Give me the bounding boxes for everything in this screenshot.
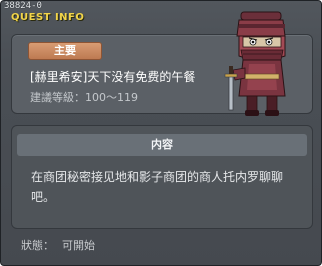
window-id-label: 38824-0 bbox=[4, 1, 42, 11]
quest-description: 在商团秘密接见地和影子商团的商人托内罗聊聊吧。 bbox=[31, 170, 284, 204]
quest-content-box: 内容 在商团秘密接见地和影子商团的商人托内罗聊聊吧。 bbox=[11, 125, 313, 229]
quest-info-window: 38824-0 QUEST INFO 主要 [赫里希安]天下没有免费的午餐 建議… bbox=[0, 0, 322, 266]
quest-type-tag: 主要 bbox=[28, 42, 102, 60]
masked-ninja-npc-icon bbox=[224, 11, 286, 116]
quest-status: 狀態： 可開始 bbox=[21, 239, 95, 253]
quest-level-recommendation: 建議等級：100～119 bbox=[30, 91, 138, 104]
status-label: 狀態： bbox=[21, 239, 54, 252]
window-title: QUEST INFO bbox=[11, 12, 85, 23]
content-header: 内容 bbox=[17, 134, 307, 156]
status-value: 可開始 bbox=[62, 239, 95, 252]
quest-name: [赫里希安]天下没有免费的午餐 bbox=[30, 70, 196, 84]
